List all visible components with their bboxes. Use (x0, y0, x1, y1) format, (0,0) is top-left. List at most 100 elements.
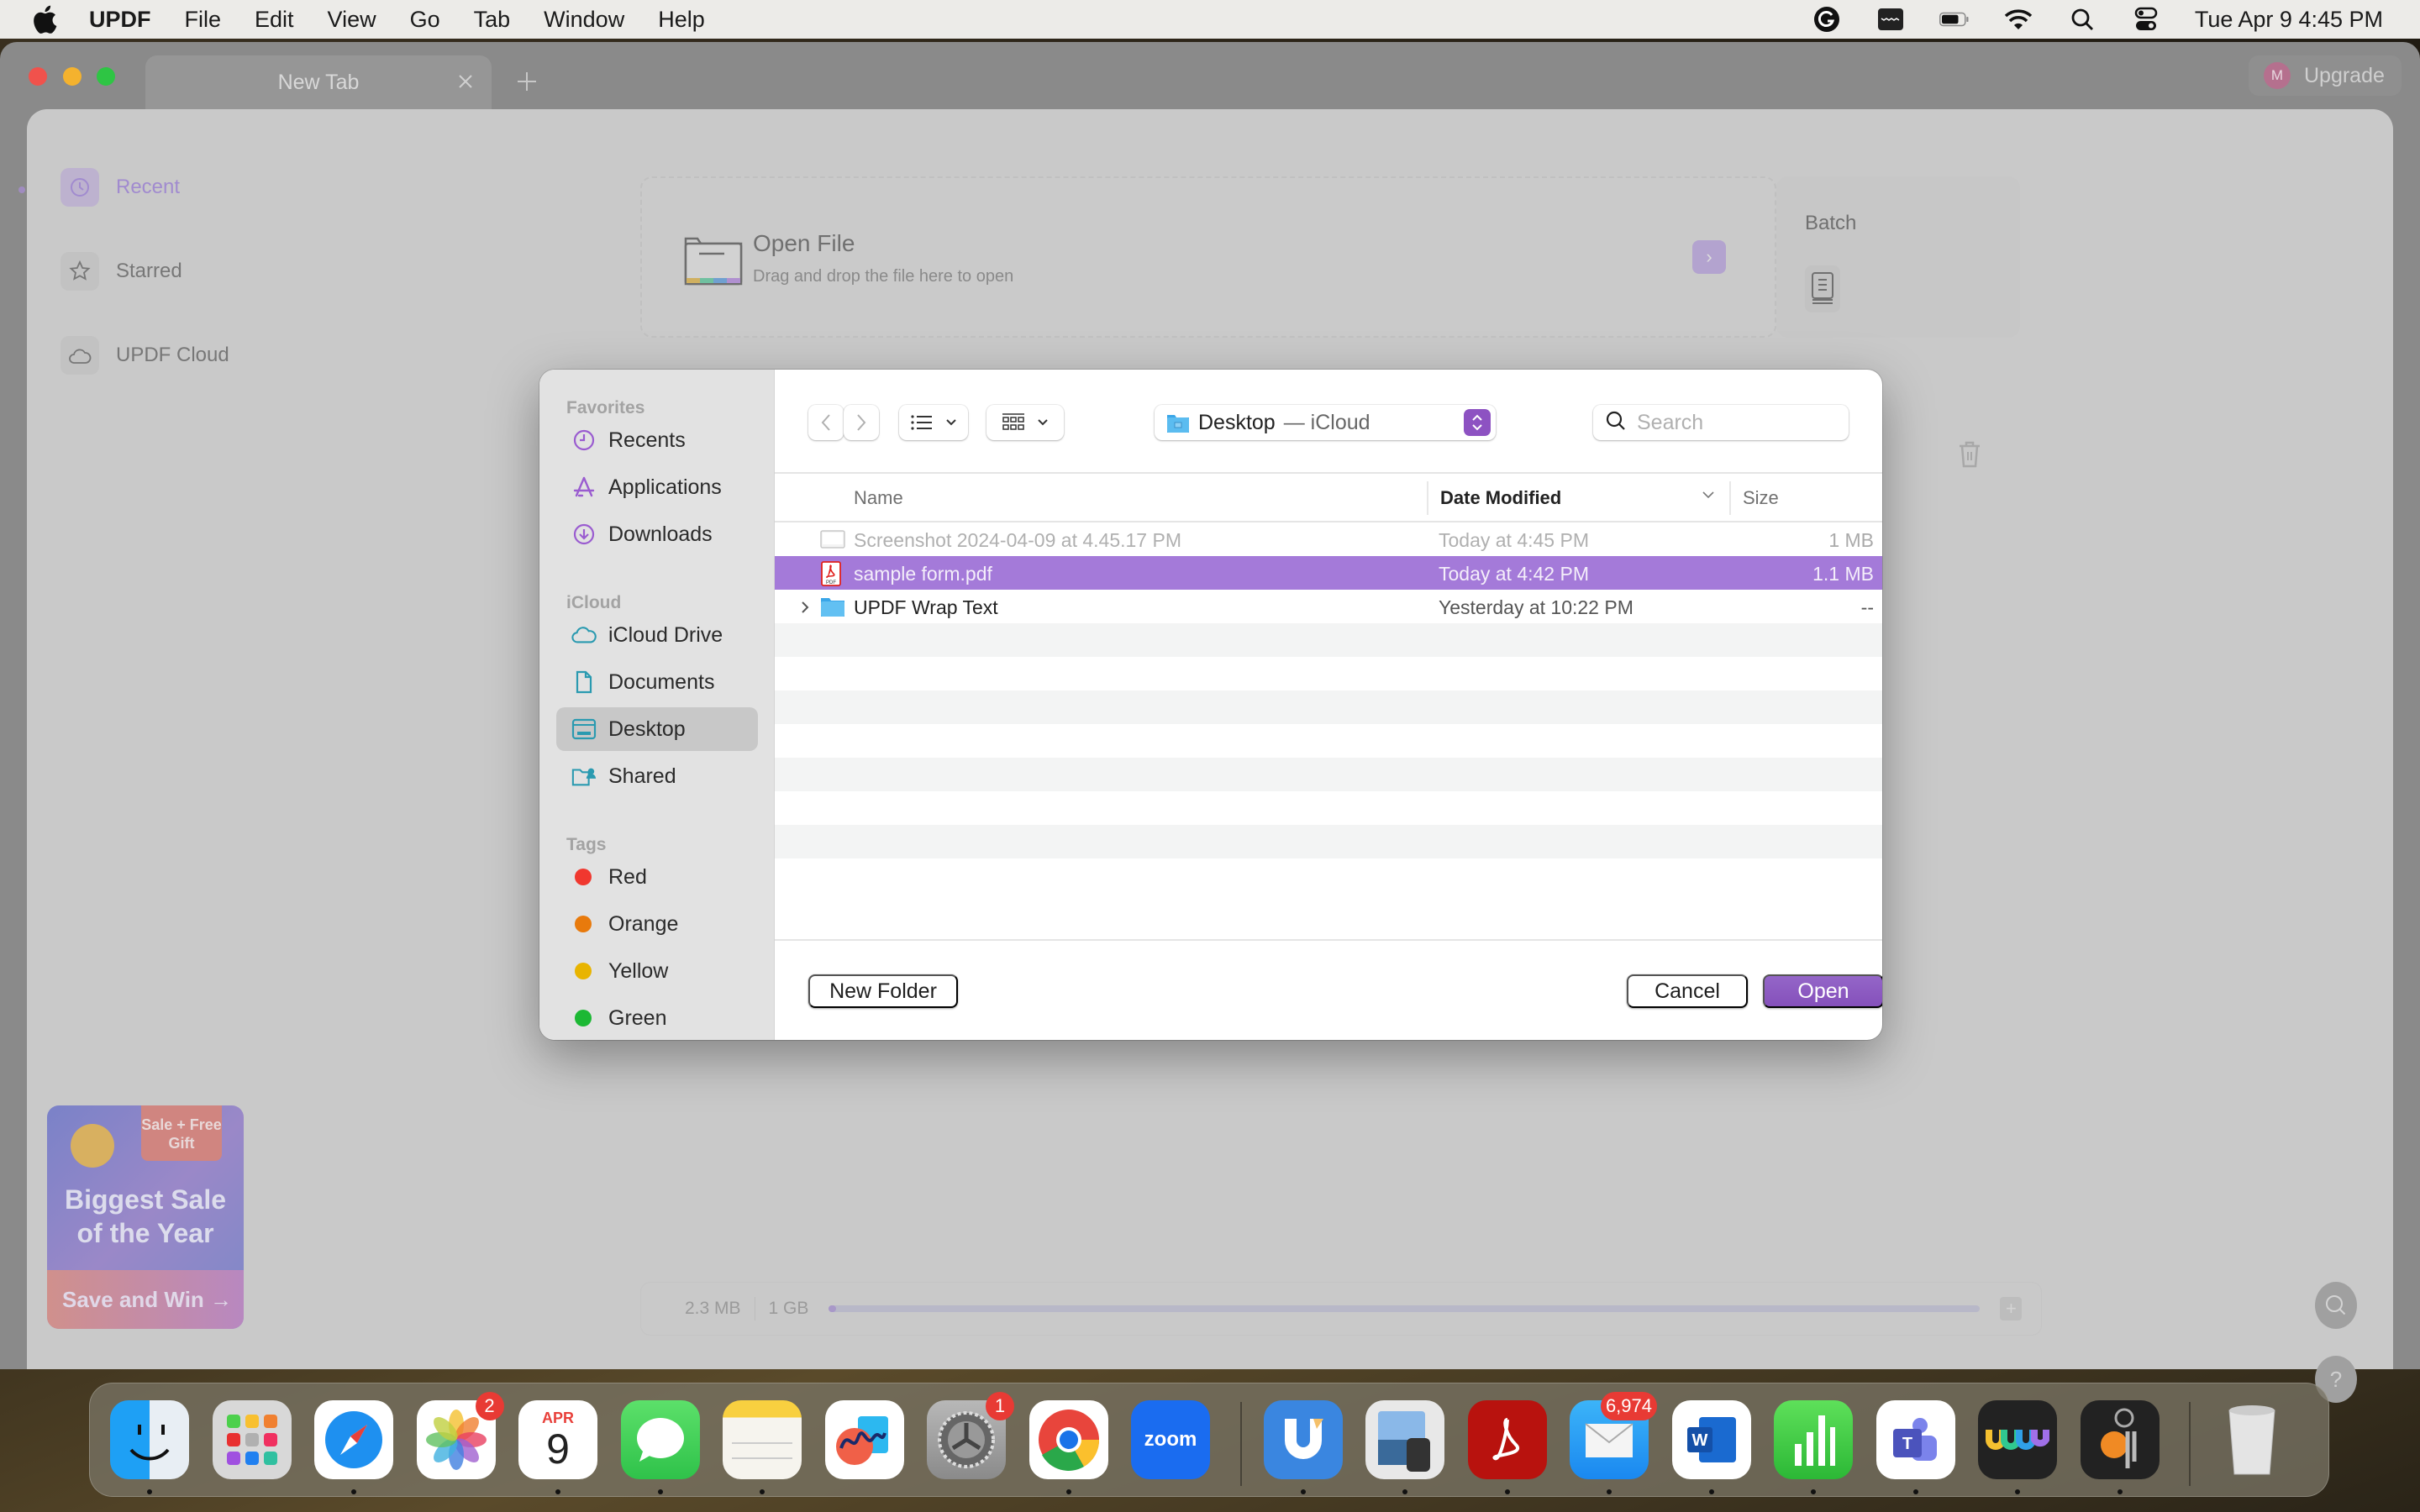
sidebar-tag-green[interactable]: Green (556, 996, 758, 1040)
battery-icon[interactable] (1939, 6, 1970, 33)
search-field[interactable] (1593, 405, 1849, 440)
batch-title: Batch (1805, 212, 1857, 234)
dock-app-finder[interactable] (110, 1400, 189, 1494)
minimize-window-button[interactable] (63, 67, 82, 86)
promo-banner[interactable]: Sale + Free Gift Biggest Sale of the Yea… (47, 1105, 244, 1329)
promo-title-line2: of the Year (76, 1218, 214, 1248)
chevron-right-icon[interactable]: › (1692, 240, 1726, 274)
dock-app-calendar[interactable]: APR 9 (518, 1400, 597, 1494)
finder-icon (110, 1400, 189, 1479)
word-icon: W (1672, 1400, 1751, 1479)
zoom-window-button[interactable] (97, 67, 115, 86)
location-popup[interactable]: Desktop — iCloud (1155, 405, 1496, 440)
sidebar-item-documents[interactable]: Documents (556, 660, 758, 704)
tab-new-tab[interactable]: New Tab (145, 55, 492, 109)
file-row[interactable]: UPDF Wrap Text Yesterday at 10:22 PM -- (775, 590, 1882, 623)
column-name[interactable]: Name (854, 474, 903, 522)
menu-clock[interactable]: Tue Apr 9 4:45 PM (2195, 7, 2383, 33)
promo-cta[interactable]: Save and Win → (47, 1270, 244, 1329)
dock-app-launchpad[interactable] (212, 1400, 292, 1479)
dock-app-photos[interactable]: 2 (416, 1392, 504, 1479)
running-indicator (1811, 1489, 1816, 1494)
dock-app-numbers[interactable] (1774, 1400, 1853, 1494)
batch-card[interactable]: Batch (1776, 176, 2020, 338)
new-folder-button[interactable]: New Folder (808, 974, 958, 1008)
menu-file[interactable]: File (185, 7, 222, 33)
sidebar-item-label: iCloud Drive (608, 622, 723, 647)
dock-app-keychain-access[interactable] (2080, 1400, 2160, 1494)
storage-used: 2.3 MB (685, 1299, 741, 1318)
sidebar-tag-yellow[interactable]: Yellow (556, 949, 758, 993)
grammarly-icon[interactable] (1812, 6, 1842, 33)
menu-go[interactable]: Go (410, 7, 440, 33)
sidebar-item-desktop[interactable]: Desktop (556, 707, 758, 751)
forward-button[interactable] (844, 405, 879, 440)
control-center-icon[interactable] (2131, 6, 2161, 33)
dock-app-zoom[interactable]: zoom (1131, 1400, 1210, 1479)
grid-icon (1002, 413, 1024, 430)
sidebar-item-icloud-drive[interactable]: iCloud Drive (556, 613, 758, 657)
search-fab-button[interactable] (2315, 1282, 2357, 1329)
keyboard-icon[interactable] (1876, 6, 1906, 33)
dock-app-word[interactable]: W (1671, 1400, 1751, 1494)
disclosure-chevron-right-icon[interactable] (798, 598, 812, 615)
dock-app-messages[interactable] (620, 1400, 700, 1494)
back-button[interactable] (808, 405, 844, 440)
wifi-icon[interactable] (2003, 6, 2033, 33)
sidebar-item-applications[interactable]: Applications (556, 465, 758, 509)
grid-view-button[interactable] (986, 405, 1064, 440)
close-window-button[interactable] (29, 67, 47, 86)
open-file-card[interactable]: Open File Drag and drop the file here to… (640, 176, 1776, 338)
nav-item-recent[interactable]: Recent (60, 168, 180, 207)
upgrade-button[interactable]: M Upgrade (2249, 55, 2402, 96)
up-down-chevron-icon[interactable] (1464, 409, 1491, 436)
sidebar-section-icloud: iCloud (566, 593, 622, 612)
trash-icon[interactable] (1954, 438, 1985, 469)
open-button[interactable]: Open (1763, 974, 1882, 1008)
list-icon (911, 415, 932, 430)
column-size[interactable]: Size (1729, 481, 1779, 515)
running-indicator (1504, 1489, 1510, 1494)
dock-app-chrome[interactable] (1028, 1400, 1108, 1494)
dock-app-system-settings[interactable]: 1 (927, 1392, 1014, 1479)
dock-app-wavebox[interactable] (1978, 1400, 2057, 1494)
cancel-button[interactable]: Cancel (1627, 974, 1748, 1008)
menu-tab[interactable]: Tab (474, 7, 511, 33)
sidebar-tag-orange[interactable]: Orange (556, 902, 758, 946)
menu-window[interactable]: Window (544, 7, 624, 33)
column-date-modified[interactable]: Date Modified (1427, 481, 1729, 515)
nav-item-updf-cloud[interactable]: UPDF Cloud (60, 336, 229, 375)
menu-view[interactable]: View (328, 7, 376, 33)
menu-edit[interactable]: Edit (255, 7, 294, 33)
menu-help[interactable]: Help (658, 7, 705, 33)
dock-app-notes[interactable] (723, 1400, 802, 1494)
nav-item-starred[interactable]: Starred (60, 252, 182, 291)
sidebar-item-downloads[interactable]: Downloads (556, 512, 758, 556)
dock-app-freeform[interactable] (824, 1400, 904, 1479)
add-storage-plus-icon[interactable]: + (2000, 1297, 2023, 1320)
sidebar-item-label: Orange (608, 911, 679, 936)
file-row[interactable]: Screenshot 2024-04-09 at 4.45.17 PM Toda… (775, 522, 1882, 556)
dock-app-trash[interactable] (2212, 1400, 2291, 1479)
dock-app-updf[interactable] (1263, 1400, 1343, 1494)
empty-row (775, 825, 1882, 858)
sidebar-item-shared[interactable]: Shared (556, 754, 758, 798)
storage-total: 1 GB (768, 1299, 809, 1318)
new-tab-plus-icon[interactable] (514, 69, 539, 94)
sidebar-tag-red[interactable]: Red (556, 855, 758, 899)
search-input[interactable] (1637, 410, 1830, 435)
teams-icon: T (1876, 1400, 1955, 1479)
sidebar-item-recents[interactable]: Recents (556, 418, 758, 462)
chevron-down-icon (946, 419, 956, 426)
dock-app-acrobat[interactable] (1467, 1400, 1547, 1494)
close-tab-icon[interactable] (455, 71, 476, 92)
file-row-selected[interactable]: PDF sample form.pdf Today at 4:42 PM 1.1… (775, 556, 1882, 590)
dock-app-mail[interactable]: 6,974 (1570, 1392, 1657, 1494)
dock-app-safari[interactable] (314, 1400, 393, 1494)
list-view-button[interactable] (899, 405, 968, 440)
apple-menu-icon[interactable] (32, 5, 60, 34)
menu-app-name[interactable]: UPDF (89, 7, 151, 33)
dock-app-preview[interactable] (1365, 1400, 1444, 1494)
spotlight-search-icon[interactable] (2067, 6, 2097, 33)
dock-app-teams[interactable]: T (1876, 1400, 1955, 1494)
